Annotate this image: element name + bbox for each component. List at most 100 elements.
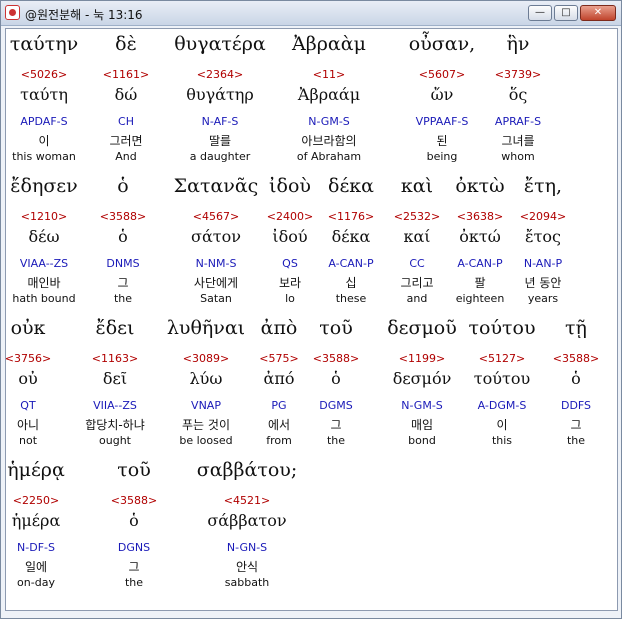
- morph-code: CH: [118, 115, 134, 128]
- lexical-form: σάτον: [191, 227, 241, 246]
- strong-number[interactable]: <5127>: [479, 352, 525, 365]
- korean-gloss: 아브라함의: [301, 134, 357, 148]
- title-bar[interactable]: @원전분해 - 눅 13:16 — □ ✕: [1, 1, 621, 26]
- strong-number[interactable]: <575>: [259, 352, 298, 365]
- english-gloss: of Abraham: [296, 150, 362, 163]
- english-gloss: the: [124, 576, 144, 589]
- morph-code: DGNS: [117, 541, 151, 554]
- morph-code: DDFS: [560, 399, 592, 412]
- korean-gloss: 십: [345, 276, 357, 290]
- korean-gloss: 푸는 것이: [182, 418, 230, 432]
- strong-number[interactable]: <1210>: [21, 210, 67, 223]
- korean-gloss: 에서: [267, 418, 291, 432]
- lexical-form: οὐ: [18, 369, 38, 388]
- strong-number[interactable]: <3638>: [457, 210, 503, 223]
- english-gloss: years: [527, 292, 559, 305]
- strong-number[interactable]: <1163>: [92, 352, 138, 365]
- strong-number[interactable]: <2250>: [13, 494, 59, 507]
- greek-word: θυγατέρα: [174, 33, 266, 55]
- english-gloss: ought: [99, 434, 131, 447]
- strong-number[interactable]: <3739>: [495, 68, 541, 81]
- korean-gloss: 사단에게: [193, 276, 239, 290]
- morph-code: N-NM-S: [195, 257, 237, 270]
- greek-word: καὶ: [400, 175, 434, 197]
- english-gloss: these: [335, 292, 367, 305]
- strong-number[interactable]: <3588>: [313, 352, 359, 365]
- english-gloss: not: [18, 434, 38, 447]
- strong-number[interactable]: <2094>: [520, 210, 566, 223]
- lexical-form: θυγάτηρ: [186, 85, 254, 104]
- lexical-form: καί: [403, 227, 431, 246]
- strong-number[interactable]: <3588>: [553, 352, 599, 365]
- greek-word: δέκα: [328, 175, 374, 197]
- maximize-button[interactable]: □: [554, 5, 578, 21]
- morph-code: N-GM-S: [308, 115, 350, 128]
- morph-code: CC: [409, 257, 425, 270]
- english-gloss: from: [266, 434, 292, 447]
- verse-line: ἡμέρᾳ <2250> ἡμέρα N-DF-S 일에 on-day τοῦ <3588> ὁ…: [6, 459, 617, 599]
- greek-word: Ἀβραὰμ: [292, 33, 366, 55]
- strong-number[interactable]: <1199>: [399, 352, 445, 365]
- korean-gloss: 그: [330, 418, 342, 432]
- lexical-form: δέκα: [331, 227, 371, 246]
- korean-gloss: 그리고: [400, 276, 434, 290]
- strong-number[interactable]: <3588>: [100, 210, 146, 223]
- verse-line: οὐκ <3756> οὐ QT 아니 not ἔδει <1163> δεῖ VIIA--ZS 합…: [6, 317, 617, 457]
- lexical-form: ὤν: [430, 85, 454, 104]
- morph-code: VIIA--ZS: [93, 399, 137, 412]
- lexical-form: ἡμέρα: [11, 511, 61, 530]
- greek-word: ἣν: [506, 33, 530, 55]
- app-icon[interactable]: [5, 5, 20, 20]
- greek-word: ἀπὸ: [260, 317, 298, 339]
- morph-code: VIAA--ZS: [19, 257, 69, 270]
- interlinear-panel: ταύτην <5026> ταύτη APDAF-S 이 this woman δὲ <11…: [5, 28, 618, 611]
- korean-gloss: 매인바: [27, 276, 61, 290]
- korean-gloss: 매임: [410, 418, 434, 432]
- strong-number[interactable]: <1176>: [328, 210, 374, 223]
- greek-word: ὀκτὼ: [455, 175, 505, 197]
- english-gloss: bond: [408, 434, 436, 447]
- korean-gloss: 합당치-하냐: [85, 418, 145, 432]
- strong-number[interactable]: <3756>: [6, 352, 51, 365]
- morph-code: A-CAN-P: [328, 257, 374, 270]
- greek-word: τῇ: [565, 317, 587, 339]
- greek-word: οὖσαν,: [408, 33, 476, 55]
- morph-code: APRAF-S: [494, 115, 542, 128]
- lexical-form: ταύτη: [20, 85, 68, 104]
- strong-number[interactable]: <4521>: [224, 494, 270, 507]
- english-gloss: a daughter: [189, 150, 251, 163]
- greek-word: τούτου: [468, 317, 536, 339]
- korean-gloss: 안식: [235, 560, 259, 574]
- korean-gloss: 이: [38, 134, 50, 148]
- english-gloss: hath bound: [12, 292, 76, 305]
- morph-code: APDAF-S: [20, 115, 68, 128]
- morph-code: DGMS: [319, 399, 353, 412]
- korean-gloss: 아니: [16, 418, 40, 432]
- strong-number[interactable]: <3588>: [111, 494, 157, 507]
- strong-number[interactable]: <5607>: [419, 68, 465, 81]
- verse-line: ταύτην <5026> ταύτη APDAF-S 이 this woman δὲ <11…: [6, 33, 617, 173]
- strong-number[interactable]: <2532>: [394, 210, 440, 223]
- greek-word: δεσμοῦ: [387, 317, 457, 339]
- close-button[interactable]: ✕: [580, 5, 616, 21]
- lexical-form: ὁ: [129, 511, 139, 530]
- strong-number[interactable]: <2364>: [197, 68, 243, 81]
- strong-number[interactable]: <3089>: [183, 352, 229, 365]
- strong-number[interactable]: <4567>: [193, 210, 239, 223]
- english-gloss: the: [113, 292, 133, 305]
- strong-number[interactable]: <1161>: [103, 68, 149, 81]
- minimize-button[interactable]: —: [528, 5, 552, 21]
- strong-number[interactable]: <2400>: [267, 210, 313, 223]
- english-gloss: this: [491, 434, 513, 447]
- lexical-form: ὀκτώ: [459, 227, 501, 246]
- korean-gloss: 이: [496, 418, 508, 432]
- lexical-form: λύω: [189, 369, 223, 388]
- english-gloss: lo: [285, 292, 295, 305]
- lexical-form: δεῖ: [102, 369, 128, 388]
- strong-number[interactable]: <5026>: [21, 68, 67, 81]
- greek-word: τοῦ: [117, 459, 151, 481]
- window-title: @원전분해 - 눅 13:16: [25, 8, 143, 22]
- english-gloss: and: [406, 292, 428, 305]
- strong-number[interactable]: <11>: [313, 68, 345, 81]
- greek-word: σαββάτου;: [196, 459, 298, 481]
